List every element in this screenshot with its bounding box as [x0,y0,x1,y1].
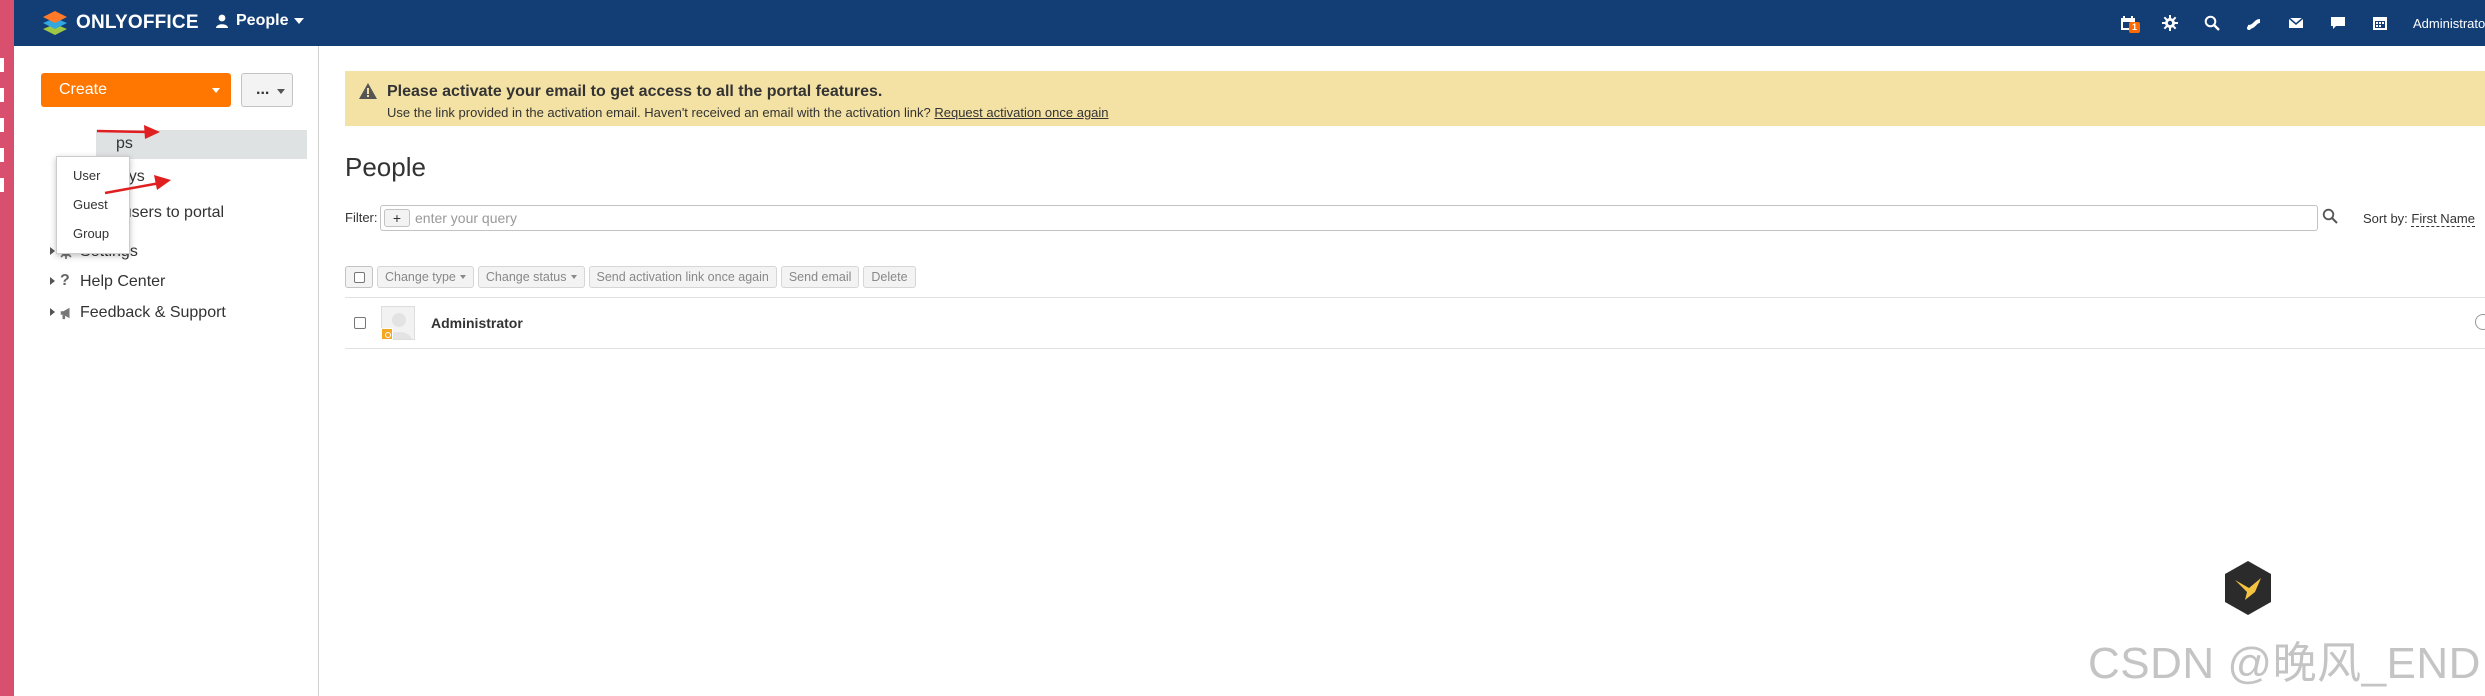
annotation-arrow-head [144,125,160,139]
add-filter-button[interactable]: + [384,209,410,227]
search-input[interactable] [415,209,2295,227]
change-type-label: Change type [385,270,456,284]
send-activation-button[interactable]: Send activation link once again [588,266,777,288]
banner-text: Use the link provided in the activation … [387,105,1109,120]
bird-logo-icon [2225,561,2271,615]
delete-label: Delete [871,270,908,284]
chevron-down-icon [570,275,577,279]
request-activation-link[interactable]: Request activation once again [934,105,1108,120]
admin-badge-icon [381,328,393,340]
annotation-arrow-line [104,181,161,195]
send-activation-label: Send activation link once again [596,270,769,284]
filter-label: Filter: [345,210,378,225]
filter-box: + [380,205,2318,231]
sort-label: Sort by: [2363,211,2408,226]
activation-banner: Please activate your email to get access… [345,71,2485,126]
change-status-button[interactable]: Change status [477,266,585,288]
send-email-button[interactable]: Send email [780,266,860,288]
change-status-label: Change status [485,270,567,284]
delete-button[interactable]: Delete [863,266,916,288]
select-all-checkbox[interactable] [345,266,373,288]
sort-control: Sort by: First Name [2363,211,2475,227]
row-checkbox[interactable] [354,317,366,329]
send-email-label: Send email [788,270,852,284]
user-name[interactable]: Administrator [431,315,523,331]
banner-message: Use the link provided in the activation … [387,105,931,120]
actions-toolbar: Change type Change status Send activatio… [345,266,920,288]
page-title: People [345,152,426,182]
warning-icon [359,83,377,99]
banner-title: Please activate your email to get access… [387,83,883,100]
annotation-arrow-head [154,175,171,190]
table-row[interactable]: Administrator [345,298,2485,348]
chevron-down-icon [459,275,466,279]
sort-value[interactable]: First Name [2411,211,2475,227]
change-type-button[interactable]: Change type [377,266,474,288]
row-menu-icon[interactable] [2475,314,2485,330]
annotation-arrow-line [96,129,151,134]
search-icon[interactable] [2322,208,2338,224]
watermark: CSDN @晚风_END [2088,639,2481,688]
divider [345,348,2485,349]
